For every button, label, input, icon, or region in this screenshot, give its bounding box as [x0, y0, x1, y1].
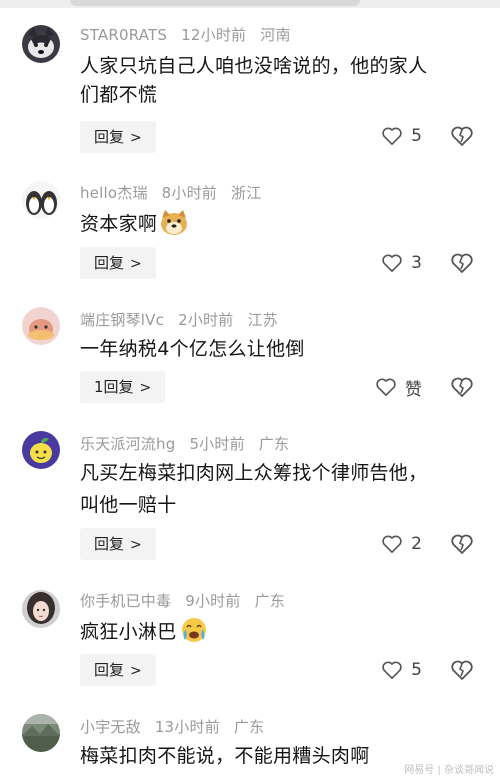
comment-time: 2小时前: [178, 311, 234, 329]
heart-icon: [382, 127, 402, 145]
comment-meta: 乐天派河流hg 5小时前 广东: [80, 433, 303, 454]
comment-line: 一年纳税4个亿怎么让他倒: [80, 338, 305, 360]
lemon-avatar-icon: [22, 431, 60, 469]
reply-button[interactable]: 回复 >: [80, 247, 156, 279]
comment-text: 资本家啊: [80, 208, 460, 245]
comment-time: 8小时前: [161, 184, 218, 202]
comment-location: 浙江: [231, 184, 262, 202]
avatar[interactable]: [22, 590, 60, 628]
top-scroll-edge: [0, 0, 500, 8]
broken-heart-icon[interactable]: [450, 124, 474, 148]
girl-portrait-avatar-icon: [22, 590, 60, 628]
reply-label: 回复: [94, 661, 125, 679]
comment-time: 13小时前: [154, 718, 220, 736]
comment-text: 疯狂小淋巴: [80, 616, 460, 653]
comment-line: 疯狂小淋巴: [80, 616, 460, 653]
reply-label: 回复: [94, 254, 125, 272]
comment-meta: hello杰瑞 8小时前 浙江: [80, 182, 275, 203]
username[interactable]: STAR0RATS: [80, 26, 167, 44]
like-count: 赞: [405, 379, 422, 400]
like-count: 5: [411, 660, 422, 680]
comment-text: 凡买左梅菜扣肉网上众筹找个律师告他， 叫他一赔十: [80, 459, 460, 520]
chevron-right-icon: >: [130, 537, 142, 553]
heart-icon: [382, 661, 402, 679]
comment-location: 广东: [254, 592, 285, 610]
comment-text: 梅菜扣肉不能说，不能用糟头肉啊: [80, 742, 460, 771]
broken-heart-icon[interactable]: [450, 251, 474, 275]
top-pill: [70, 0, 360, 6]
like-count: 5: [411, 126, 422, 146]
landscape-avatar-icon: [22, 714, 60, 752]
comment-meta: 小宇无敌 13小时前 广东: [80, 716, 278, 737]
like-button[interactable]: 5: [381, 122, 422, 150]
chevron-right-icon: >: [130, 663, 142, 679]
like-button[interactable]: 赞: [375, 373, 422, 401]
heart-icon: [376, 378, 396, 396]
crying-laughing-emoji-icon: [179, 616, 209, 653]
avatar[interactable]: [22, 181, 60, 219]
comment-location: 广东: [258, 435, 290, 453]
penguin-avatar-icon: [22, 181, 60, 219]
avatar[interactable]: [22, 25, 60, 63]
comment-line: 凡买左梅菜扣肉网上众筹找个律师告他，: [80, 462, 428, 484]
doge-emoji-icon: [159, 208, 189, 245]
like-count: 3: [411, 253, 422, 273]
username[interactable]: hello杰瑞: [80, 184, 148, 202]
comment-line: 梅菜扣肉不能说，不能用糟头肉啊: [80, 745, 370, 767]
comment-time: 5小时前: [189, 435, 245, 453]
comment-line: 叫他一赔十: [80, 494, 177, 516]
comment-text: 一年纳税4个亿怎么让他倒: [80, 335, 460, 364]
heart-icon: [382, 254, 402, 272]
comment-line-text: 资本家啊: [80, 213, 158, 235]
husky-dog-avatar-icon: [22, 25, 60, 63]
comment-meta: STAR0RATS 12小时前 河南: [80, 24, 305, 45]
reply-label: 回复: [94, 128, 125, 146]
comment-location: 广东: [233, 718, 265, 736]
comment-time: 12小时前: [181, 26, 247, 44]
comment-line: 人家只坑自己人咱也没啥说的，他的家人: [80, 55, 428, 77]
reply-button[interactable]: 回复 >: [80, 121, 156, 153]
comment-time: 9小时前: [185, 592, 241, 610]
reply-button[interactable]: 回复 >: [80, 654, 156, 686]
chevron-right-icon: >: [139, 380, 152, 396]
comment-line-text: 疯狂小淋巴: [80, 621, 177, 643]
reply-button[interactable]: 1回复 >: [80, 371, 166, 403]
avatar[interactable]: [22, 714, 60, 752]
comment-line: 资本家啊: [80, 208, 460, 245]
like-button[interactable]: 3: [381, 249, 422, 277]
like-button[interactable]: 5: [381, 656, 422, 684]
like-button[interactable]: 2: [381, 530, 422, 558]
broken-heart-icon[interactable]: [450, 532, 474, 556]
reply-label: 1回复: [94, 378, 134, 396]
username[interactable]: 乐天派河流hg: [80, 435, 175, 453]
username[interactable]: 端庄钢琴lVc: [80, 311, 164, 329]
avatar[interactable]: [22, 307, 60, 345]
broken-heart-icon[interactable]: [450, 375, 474, 399]
watermark: 网易号 | 杂谈哥闻说: [404, 765, 494, 776]
pink-blob-avatar-icon: [22, 307, 60, 345]
chevron-right-icon: >: [130, 256, 142, 272]
comment-meta: 你手机已中毒 9小时前 广东: [80, 590, 299, 611]
comment-meta: 端庄钢琴lVc 2小时前 江苏: [80, 309, 292, 330]
heart-icon: [382, 535, 402, 553]
reply-button[interactable]: 回复 >: [80, 528, 156, 560]
like-count: 2: [411, 534, 422, 554]
reply-label: 回复: [94, 535, 125, 553]
comment-line: 们都不慌: [80, 84, 158, 106]
avatar[interactable]: [22, 431, 60, 469]
comment-location: 江苏: [247, 311, 278, 329]
username[interactable]: 小宇无敌: [80, 718, 141, 736]
broken-heart-icon[interactable]: [450, 658, 474, 682]
chevron-right-icon: >: [130, 130, 142, 146]
comment-location: 河南: [260, 26, 291, 44]
username[interactable]: 你手机已中毒: [80, 592, 171, 610]
comment-text: 人家只坑自己人咱也没啥说的，他的家人 们都不慌: [80, 52, 460, 110]
